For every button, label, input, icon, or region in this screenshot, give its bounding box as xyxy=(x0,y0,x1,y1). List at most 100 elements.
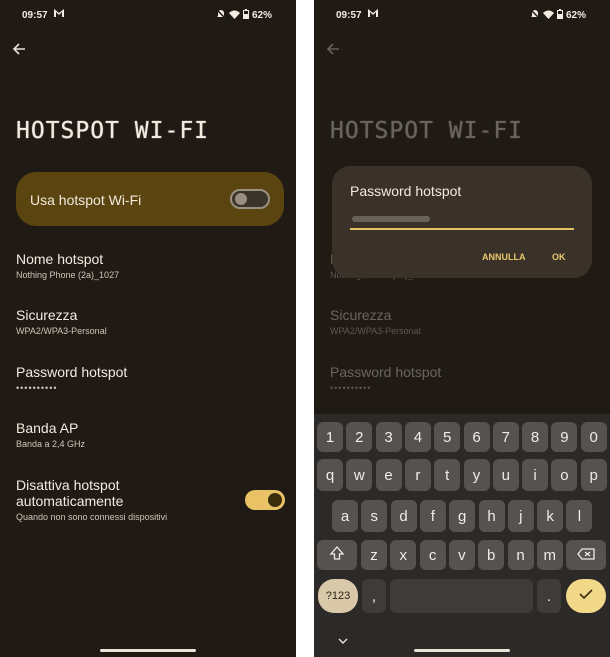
key-g[interactable]: g xyxy=(449,500,476,532)
password-dialog: Password hotspot ANNULLA OK xyxy=(332,166,592,278)
shift-icon xyxy=(329,545,345,565)
setting-security: Sicurezza WPA2/WPA3-Personal xyxy=(330,307,421,336)
key-b[interactable]: b xyxy=(478,540,505,570)
key-8[interactable]: 8 xyxy=(522,422,549,452)
setting-password[interactable]: Password hotspot •••••••••• xyxy=(16,364,127,393)
gmail-icon xyxy=(54,9,64,20)
setting-title-line2: automaticamente xyxy=(16,493,124,509)
back-arrow-icon[interactable] xyxy=(12,42,26,61)
status-icons: 62% xyxy=(530,9,586,22)
setting-hotspot-name[interactable]: Nome hotspot Nothing Phone (2a)_1027 xyxy=(16,251,119,280)
setting-title: Nome hotspot xyxy=(16,251,104,267)
use-hotspot-toggle-card[interactable]: Usa hotspot Wi-Fi xyxy=(16,172,284,226)
period-key[interactable]: . xyxy=(537,579,561,613)
status-bar: 09:57 62% xyxy=(0,0,296,30)
key-r[interactable]: r xyxy=(404,459,431,491)
password-dots: •••••••••• xyxy=(16,383,58,393)
key-4[interactable]: 4 xyxy=(404,422,431,452)
backspace-icon xyxy=(577,547,595,564)
hide-keyboard-chevron-icon[interactable] xyxy=(338,633,348,647)
battery-percent: 62% xyxy=(251,10,272,21)
space-key[interactable] xyxy=(390,579,533,613)
setting-title: Sicurezza xyxy=(16,307,78,323)
key-6[interactable]: 6 xyxy=(463,422,490,452)
key-0[interactable]: 0 xyxy=(580,422,607,452)
key-5[interactable]: 5 xyxy=(434,422,461,452)
mute-icon xyxy=(530,9,540,22)
keyboard: 1234567890 qwertyuiop asdfghjkl zxcvbnm … xyxy=(314,414,610,657)
status-icons: 62% xyxy=(216,9,272,22)
status-time: 09:57 xyxy=(22,10,48,21)
switch-knob xyxy=(235,193,247,205)
setting-title: Password hotspot xyxy=(16,364,128,380)
key-2[interactable]: 2 xyxy=(346,422,373,452)
setting-auto-off[interactable]: Disattiva hotspot automaticamente Quando… xyxy=(16,477,167,522)
shift-key[interactable] xyxy=(317,540,357,570)
status-time: 09:57 xyxy=(336,10,362,21)
key-n[interactable]: n xyxy=(507,540,534,570)
ok-button[interactable]: OK xyxy=(552,252,566,262)
setting-ap-band[interactable]: Banda AP Banda a 2,4 GHz xyxy=(16,420,85,449)
page-title: HOTSPOT WI-FI xyxy=(330,118,524,144)
use-hotspot-label: Usa hotspot Wi-Fi xyxy=(30,192,142,208)
key-t[interactable]: t xyxy=(434,459,461,491)
key-1[interactable]: 1 xyxy=(317,422,343,452)
key-v[interactable]: v xyxy=(448,540,475,570)
key-w[interactable]: w xyxy=(346,459,373,491)
key-h[interactable]: h xyxy=(478,500,505,532)
switch-knob xyxy=(268,493,282,507)
key-x[interactable]: x xyxy=(390,540,417,570)
battery-icon xyxy=(556,9,563,22)
key-m[interactable]: m xyxy=(536,540,563,570)
keyboard-row-1: qwertyuiop xyxy=(314,459,610,491)
key-c[interactable]: c xyxy=(419,540,446,570)
battery-percent: 62% xyxy=(565,10,586,21)
key-f[interactable]: f xyxy=(419,500,446,532)
key-9[interactable]: 9 xyxy=(551,422,578,452)
setting-security[interactable]: Sicurezza WPA2/WPA3-Personal xyxy=(16,307,107,336)
key-k[interactable]: k xyxy=(537,500,564,532)
dialog-title: Password hotspot xyxy=(350,183,462,199)
symbols-key[interactable]: ?123 xyxy=(318,579,358,613)
key-u[interactable]: u xyxy=(492,459,519,491)
key-q[interactable]: q xyxy=(317,459,343,491)
enter-key[interactable] xyxy=(566,579,606,613)
key-e[interactable]: e xyxy=(375,459,402,491)
key-7[interactable]: 7 xyxy=(492,422,519,452)
keyboard-row-bottom: ?123 , . xyxy=(314,579,610,613)
obscured-password xyxy=(352,216,430,222)
keyboard-row-3: zxcvbnm xyxy=(314,540,610,572)
setting-subtitle: Nothing Phone (2a)_1027 xyxy=(16,270,120,280)
mute-icon xyxy=(216,9,226,22)
cancel-button[interactable]: ANNULLA xyxy=(482,252,526,262)
key-j[interactable]: j xyxy=(507,500,534,532)
check-icon xyxy=(579,587,593,605)
password-dialog-screen: 09:57 62% HOTSPOT WI-FI Nome hotspot Not… xyxy=(314,0,610,657)
key-y[interactable]: y xyxy=(463,459,490,491)
setting-password: Password hotspot •••••••••• xyxy=(330,364,441,393)
key-d[interactable]: d xyxy=(390,500,417,532)
key-z[interactable]: z xyxy=(361,540,387,570)
battery-icon xyxy=(242,9,249,22)
setting-subtitle: WPA2/WPA3-Personal xyxy=(330,326,421,336)
comma-key[interactable]: , xyxy=(362,579,386,613)
key-p[interactable]: p xyxy=(580,459,607,491)
key-a[interactable]: a xyxy=(332,500,358,532)
use-hotspot-switch[interactable] xyxy=(230,189,270,209)
key-3[interactable]: 3 xyxy=(375,422,402,452)
key-l[interactable]: l xyxy=(566,500,593,532)
auto-off-switch[interactable] xyxy=(245,490,285,510)
backspace-key[interactable] xyxy=(566,540,606,570)
key-i[interactable]: i xyxy=(522,459,549,491)
key-o[interactable]: o xyxy=(551,459,578,491)
wifi-icon xyxy=(542,10,554,22)
gesture-bar xyxy=(100,649,196,652)
key-s[interactable]: s xyxy=(361,500,388,532)
password-input[interactable] xyxy=(350,210,574,230)
setting-title: Sicurezza xyxy=(330,307,392,323)
settings-screen: 09:57 62% HOTSPOT WI-FI Usa hotspot Wi-F… xyxy=(0,0,296,657)
setting-subtitle: Banda a 2,4 GHz xyxy=(16,439,86,449)
password-dots: •••••••••• xyxy=(330,383,372,393)
gmail-icon xyxy=(368,9,378,20)
back-arrow-icon xyxy=(326,42,340,61)
